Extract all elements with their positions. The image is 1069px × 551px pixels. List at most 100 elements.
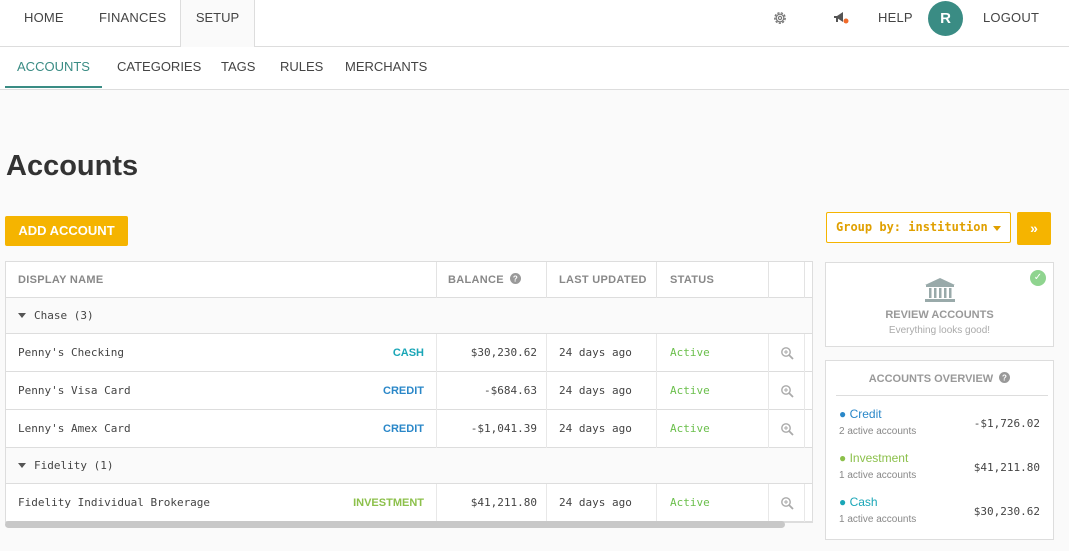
overview-item-name: ● Cash — [839, 495, 878, 509]
status-text: Active — [670, 384, 710, 397]
zoom-icon[interactable] — [780, 384, 794, 398]
expand-panel-button[interactable]: » — [1017, 212, 1051, 245]
svg-text:?: ? — [1002, 374, 1007, 383]
status-text: Active — [670, 346, 710, 359]
review-subtitle: Everything looks good! — [888, 325, 991, 336]
sub-nav: ACCOUNTS CATEGORIES TAGS RULES MERCHANTS — [0, 47, 1069, 90]
help-circle-icon[interactable]: ? — [999, 372, 1011, 383]
col-divider — [804, 262, 805, 298]
cell-divider — [656, 334, 657, 372]
zoom-icon[interactable] — [780, 496, 794, 510]
svg-text:?: ? — [513, 275, 518, 284]
cell-divider — [546, 334, 547, 372]
col-balance[interactable]: BALANCE ? — [448, 262, 522, 298]
caret-down-icon[interactable] — [18, 313, 26, 318]
nav-help[interactable]: HELP — [878, 0, 913, 36]
avatar[interactable]: R — [928, 1, 963, 36]
table-row[interactable]: Lenny's Amex Card CREDIT -$1,041.39 24 d… — [6, 410, 812, 448]
accounts-table: DISPLAY NAME BALANCE ? LAST UPDATED STAT… — [5, 261, 813, 523]
overview-item-amount: $30,230.62 — [973, 505, 1040, 518]
cell-divider — [804, 372, 805, 410]
table-row[interactable]: Penny's Visa Card CREDIT -$684.63 24 day… — [6, 372, 812, 410]
col-display-name[interactable]: DISPLAY NAME — [18, 262, 104, 298]
table-row[interactable]: Fidelity Individual Brokerage INVESTMENT… — [6, 484, 812, 522]
last-updated: 24 days ago — [559, 496, 632, 509]
overview-item-name: ● Credit — [839, 407, 882, 421]
account-name: Penny's Checking — [18, 346, 124, 359]
caret-down-icon — [993, 226, 1001, 231]
last-updated: 24 days ago — [559, 422, 632, 435]
cell-divider — [656, 410, 657, 448]
cell-divider — [656, 372, 657, 410]
caret-down-icon[interactable] — [18, 463, 26, 468]
account-name: Penny's Visa Card — [18, 384, 131, 397]
tab-categories[interactable]: CATEGORIES — [117, 47, 201, 88]
account-type-badge: INVESTMENT — [353, 497, 424, 509]
status-text: Active — [670, 422, 710, 435]
top-nav: HOME FINANCES SETUP HELP R LOGOUT — [0, 0, 1069, 48]
group-by-value: Group by: institution — [836, 220, 988, 234]
cell-divider — [768, 372, 769, 410]
horizontal-scrollbar[interactable] — [5, 521, 785, 528]
account-type-badge: CASH — [392, 347, 424, 359]
nav-logout[interactable]: LOGOUT — [983, 0, 1039, 36]
cell-divider — [768, 334, 769, 372]
nav-setup[interactable]: SETUP — [180, 0, 255, 48]
overview-item-credit[interactable]: ● Credit 2 active accounts -$1,726.02 — [839, 407, 1049, 447]
cell-divider — [804, 410, 805, 448]
overview-title: ACCOUNTS OVERVIEW ? — [826, 372, 1053, 385]
review-title: REVIEW ACCOUNTS — [885, 309, 994, 321]
cell-divider — [656, 484, 657, 522]
table-row[interactable]: Penny's Checking CASH $30,230.62 24 days… — [6, 334, 812, 372]
tab-merchants[interactable]: MERCHANTS — [345, 47, 427, 88]
zoom-icon[interactable] — [780, 346, 794, 360]
tab-tags[interactable]: TAGS — [221, 47, 255, 88]
accounts-overview-panel: ACCOUNTS OVERVIEW ? ● Credit 2 active ac… — [825, 360, 1054, 540]
col-divider — [768, 262, 769, 298]
col-divider — [656, 262, 657, 298]
account-balance: $41,211.80 — [470, 496, 537, 509]
tab-accounts[interactable]: ACCOUNTS — [5, 47, 102, 88]
help-circle-icon[interactable]: ? — [510, 273, 522, 284]
cell-divider — [768, 484, 769, 522]
group-by-select[interactable]: Group by: institution — [826, 212, 1011, 243]
bank-icon — [925, 278, 955, 302]
col-divider — [436, 262, 437, 298]
group-row-chase[interactable]: Chase (3) — [6, 298, 812, 334]
megaphone-icon[interactable] — [832, 10, 850, 26]
cell-divider — [804, 484, 805, 522]
col-status[interactable]: STATUS — [670, 262, 714, 298]
overview-item-amount: $41,211.80 — [973, 461, 1040, 474]
overview-item-count: 1 active accounts — [839, 514, 917, 525]
cell-divider — [546, 484, 547, 522]
tab-rules[interactable]: RULES — [280, 47, 323, 88]
overview-item-cash[interactable]: ● Cash 1 active accounts $30,230.62 — [839, 495, 1049, 535]
gear-icon[interactable] — [772, 10, 788, 26]
add-account-button[interactable]: ADD ACCOUNT — [5, 216, 128, 246]
cell-divider — [546, 410, 547, 448]
overview-item-investment[interactable]: ● Investment 1 active accounts $41,211.8… — [839, 451, 1049, 491]
account-type-badge: CREDIT — [383, 385, 424, 397]
overview-item-label: Investment — [849, 451, 909, 465]
cell-divider — [768, 410, 769, 448]
nav-finances[interactable]: FINANCES — [99, 0, 166, 36]
col-balance-label: BALANCE — [448, 274, 504, 286]
group-row-fidelity[interactable]: Fidelity (1) — [6, 448, 812, 484]
overview-item-label: Credit — [849, 407, 882, 421]
nav-home[interactable]: HOME — [24, 0, 64, 36]
account-name: Fidelity Individual Brokerage — [18, 496, 211, 509]
overview-item-count: 2 active accounts — [839, 426, 917, 437]
account-name: Lenny's Amex Card — [18, 422, 131, 435]
status-text: Active — [670, 496, 710, 509]
account-balance: -$684.63 — [484, 384, 537, 397]
account-type-badge: CREDIT — [383, 423, 424, 435]
page-title: Accounts — [6, 150, 139, 182]
overview-item-name: ● Investment — [839, 451, 909, 465]
review-accounts-panel[interactable]: ✓ REVIEW ACCOUNTS Everything looks good! — [825, 262, 1054, 347]
cell-divider — [804, 334, 805, 372]
double-chevron-right-icon: » — [1030, 220, 1038, 236]
col-last-updated[interactable]: LAST UPDATED — [559, 262, 647, 298]
last-updated: 24 days ago — [559, 346, 632, 359]
overview-item-label: Cash — [849, 495, 878, 509]
zoom-icon[interactable] — [780, 422, 794, 436]
